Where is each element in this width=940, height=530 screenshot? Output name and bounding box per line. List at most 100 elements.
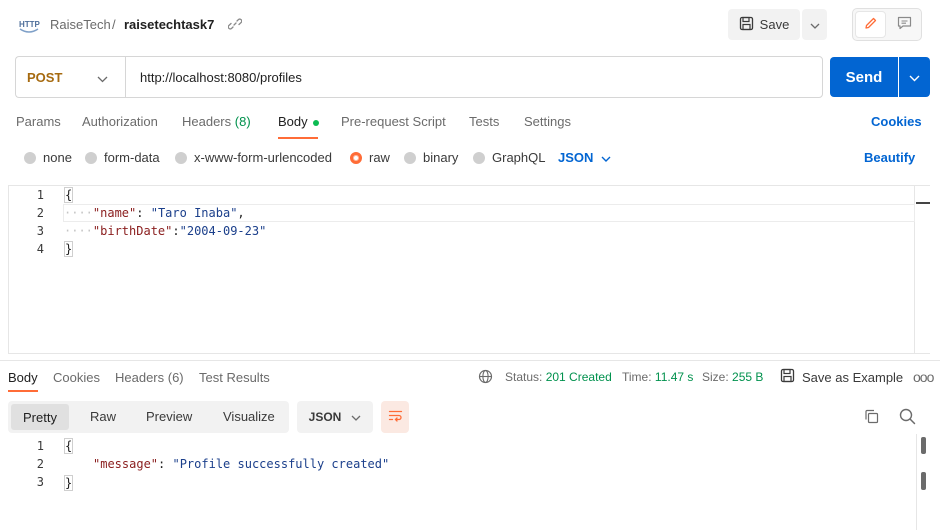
view-pretty-button[interactable]: Pretty [11, 404, 69, 430]
radio-dot [175, 151, 187, 164]
response-tab-body[interactable]: Body [8, 370, 38, 385]
line-number: 3 [36, 224, 44, 238]
language-label: JSON [558, 150, 594, 165]
tab-body[interactable]: Body [278, 114, 319, 129]
radio-none[interactable]: none [24, 150, 72, 165]
save-button[interactable]: Save [728, 9, 800, 40]
status-info[interactable]: Status: 201 Created [505, 370, 612, 384]
send-label: Send [845, 68, 883, 86]
radio-binary-label: binary [423, 150, 459, 165]
tab-params[interactable]: Params [16, 114, 61, 129]
body-indicator-dot [312, 119, 319, 126]
view-raw-button[interactable]: Raw [90, 409, 116, 424]
radio-none-label: none [43, 150, 72, 165]
copy-icon[interactable] [864, 409, 879, 427]
code-brace-close: } [64, 241, 74, 257]
json-colon: : [136, 206, 151, 220]
chevron-down-icon [351, 410, 361, 424]
radio-graphql-label: GraphQL [492, 150, 546, 165]
radio-raw[interactable]: raw [350, 150, 390, 165]
radio-form-data[interactable]: form-data [85, 150, 160, 165]
radio-graphql[interactable]: GraphQL [473, 150, 545, 165]
line-number: 4 [36, 242, 44, 256]
save-options-button[interactable] [802, 9, 827, 40]
tab-settings[interactable]: Settings [524, 114, 571, 129]
comment-icon [897, 16, 912, 33]
json-key: "birthDate" [92, 224, 173, 238]
tab-headers-label: Headers [182, 114, 232, 129]
view-visualize-button[interactable]: Visualize [223, 409, 275, 424]
comments-button[interactable] [890, 11, 918, 38]
tab-headers-count: (8) [234, 114, 251, 129]
tab-tests[interactable]: Tests [469, 114, 499, 129]
breadcrumb-workspace[interactable]: RaiseTech [50, 17, 111, 32]
globe-icon[interactable] [478, 369, 493, 387]
json-value: "Profile successfully created" [172, 457, 390, 471]
view-pretty-label: Pretty [23, 409, 57, 425]
more-options-button[interactable]: ooo [913, 369, 934, 385]
tab-headers[interactable]: Headers (8) [182, 114, 251, 129]
json-key: "message" [93, 457, 159, 471]
tab-prerequest-script[interactable]: Pre-request Script [341, 114, 446, 129]
time-label: Time: [622, 370, 652, 384]
save-icon [780, 368, 795, 386]
active-tab-indicator [8, 390, 38, 392]
size-value: 255 B [732, 370, 764, 384]
response-format-label: JSON [308, 410, 342, 424]
chevron-down-icon [601, 150, 611, 165]
url-text: http://localhost:8080/profiles [140, 70, 302, 85]
response-tab-cookies[interactable]: Cookies [53, 370, 100, 385]
code-line: ····"birthDate":"2004-09-23" [64, 224, 266, 238]
code-brace-close: } [64, 475, 74, 491]
active-tab-indicator [278, 137, 318, 139]
radio-binary[interactable]: binary [404, 150, 458, 165]
response-format-selector[interactable]: JSON [297, 401, 373, 433]
line-number: 2 [36, 206, 44, 220]
response-scrollbar-thumb[interactable] [921, 437, 926, 454]
radio-dot [404, 151, 416, 164]
beautify-button[interactable]: Beautify [864, 150, 915, 165]
tab-authorization[interactable]: Authorization [82, 114, 158, 129]
request-name[interactable]: raisetechtask7 [124, 17, 214, 32]
code-line: ····"name": "Taro Inaba", [64, 206, 245, 220]
line-number: 2 [36, 457, 44, 471]
svg-text:HTTP: HTTP [19, 20, 40, 29]
radio-urlencoded[interactable]: x-www-form-urlencoded [175, 150, 332, 165]
search-icon[interactable] [899, 408, 916, 428]
response-scrollbar-marker [921, 472, 926, 490]
chevron-down-icon [810, 17, 820, 32]
line-number: 1 [36, 439, 44, 453]
code-line: "message": "Profile successfully created… [93, 457, 389, 471]
pencil-icon [863, 16, 878, 34]
time-value: 11.47 s [654, 370, 694, 384]
wrap-lines-button[interactable] [381, 401, 409, 433]
pane-divider[interactable] [0, 360, 940, 361]
edit-mode-button[interactable] [855, 11, 886, 38]
radio-dot [473, 151, 485, 164]
line-number: 3 [36, 475, 44, 489]
json-colon: : [172, 224, 180, 238]
line-number: 1 [36, 188, 44, 202]
scrollbar-marker [916, 202, 930, 204]
cookies-link[interactable]: Cookies [871, 114, 922, 129]
save-as-example-button[interactable]: Save as Example [802, 370, 903, 385]
link-icon[interactable] [227, 17, 243, 31]
send-options-button[interactable] [899, 57, 930, 97]
response-tab-test-results[interactable]: Test Results [199, 370, 270, 385]
radio-raw-label: raw [369, 150, 390, 165]
response-tab-headers[interactable]: Headers (6) [115, 370, 184, 385]
response-scrollbar-track [916, 434, 917, 530]
json-key: "name" [92, 206, 137, 220]
http-icon: HTTP [18, 15, 41, 35]
editor-scrollbar[interactable] [914, 186, 930, 353]
time-info[interactable]: Time: 11.47 s [622, 370, 693, 384]
save-label: Save [759, 17, 790, 32]
send-button[interactable]: Send [830, 57, 898, 97]
view-preview-button[interactable]: Preview [146, 409, 192, 424]
radio-dot-selected [350, 151, 362, 164]
language-selector[interactable]: JSON [558, 150, 611, 165]
size-info[interactable]: Size: 255 B [702, 370, 763, 384]
wrap-lines-icon [388, 409, 403, 426]
method-label: POST [27, 70, 63, 85]
tab-body-label: Body [278, 114, 308, 129]
